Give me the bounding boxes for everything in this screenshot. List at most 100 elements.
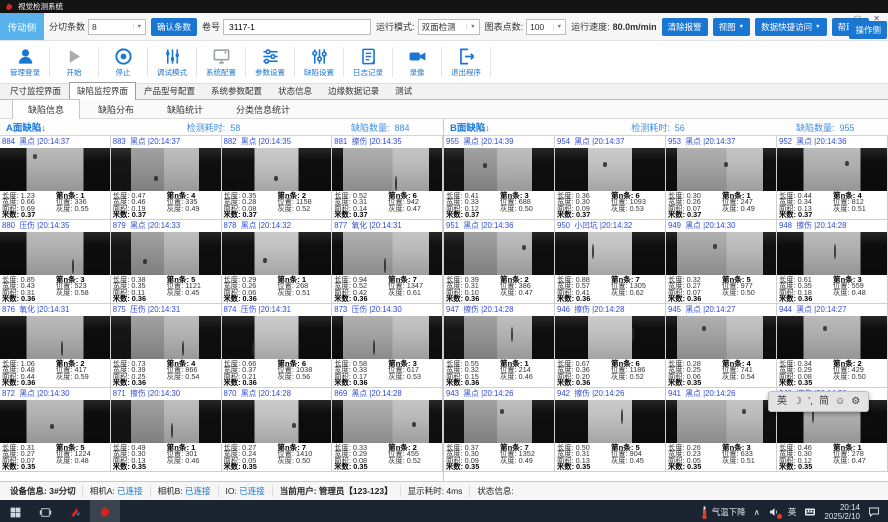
admin-login-button[interactable]: 管理登录 — [2, 47, 48, 78]
main-tab[interactable]: 尺寸监控界面 — [2, 82, 69, 99]
log-record-button[interactable]: 日志记录 — [345, 47, 391, 78]
defect-cell[interactable]: 882 黑点 |20:14:35长度: 0.35宽度: 0.28面积: 0.08… — [222, 136, 333, 220]
defect-image[interactable] — [777, 232, 887, 275]
defect-settings-button[interactable]: 缺陷设置 — [296, 47, 342, 78]
chart-points-select[interactable]: 100 ▼ — [526, 19, 566, 35]
stop-button[interactable]: 停止 — [100, 47, 146, 78]
defect-image[interactable] — [555, 316, 665, 359]
drive-side-button[interactable]: 传动侧 — [0, 13, 44, 40]
ime-fullwidth-toggle[interactable]: ☽ — [793, 397, 802, 407]
defect-cell[interactable]: 883 黑点 |20:14:37长度: 0.47宽度: 0.46面积: 0.19… — [111, 136, 222, 220]
strip-count-select[interactable]: 8 ▼ — [88, 19, 146, 35]
start-button[interactable]: 开始 — [51, 47, 97, 78]
defect-cell[interactable]: 948 擦伤 |20:14:28长度: 0.61宽度: 0.35面积: 0.18… — [777, 220, 888, 304]
defect-image[interactable] — [0, 148, 110, 191]
debug-mode-button[interactable]: 调试模式 — [149, 47, 195, 78]
defect-cell[interactable]: 884 黑点 |20:14:37长度: 1.23宽度: 0.66面积: 0.69… — [0, 136, 111, 220]
weather-widget[interactable]: 气温下降 — [700, 505, 746, 520]
sub-tab[interactable]: 缺陷统计 — [152, 100, 218, 119]
defect-image[interactable] — [777, 316, 887, 359]
main-tab[interactable]: 缺陷监控界面 — [69, 82, 136, 100]
notification-center-button[interactable] — [868, 506, 880, 518]
main-tab[interactable]: 状态信息 — [270, 82, 320, 99]
defect-image[interactable] — [777, 148, 887, 191]
operator-side-button[interactable]: 操作侧 — [849, 21, 887, 39]
sub-tab[interactable]: 缺陷信息 — [12, 99, 80, 120]
ime-settings-button[interactable]: ⚙ — [851, 397, 860, 407]
sub-tab[interactable]: 缺陷分布 — [83, 100, 149, 119]
clear-alarm-button[interactable]: 清除报警 — [662, 18, 708, 36]
defect-image[interactable] — [332, 232, 442, 275]
main-tab[interactable]: 边缘数据记录 — [320, 82, 387, 99]
defect-image[interactable] — [111, 400, 221, 443]
exit-program-button[interactable]: 退出程序 — [443, 47, 489, 78]
defect-cell[interactable]: 941 黑点 |20:14:26长度: 0.26宽度: 0.23面积: 0.05… — [666, 388, 777, 472]
defect-image[interactable] — [222, 148, 332, 191]
defect-image[interactable] — [444, 316, 554, 359]
defect-image[interactable] — [555, 400, 665, 443]
defect-cell[interactable]: 871 擦伤 |20:14:30长度: 0.49宽度: 0.30面积: 0.13… — [111, 388, 222, 472]
defect-cell[interactable]: 946 擦伤 |20:14:28长度: 0.67宽度: 0.36面积: 0.20… — [555, 304, 666, 388]
defect-image[interactable] — [444, 232, 554, 275]
defect-cell[interactable]: 873 压伤 |20:14:30长度: 0.58宽度: 0.33面积: 0.17… — [332, 304, 443, 388]
defect-image[interactable] — [666, 316, 776, 359]
system-config-button[interactable]: 系统配置 — [198, 47, 244, 78]
ime-language-toggle[interactable]: 英 — [777, 397, 787, 407]
defect-cell[interactable]: 949 黑点 |20:14:30长度: 0.32宽度: 0.27面积: 0.07… — [666, 220, 777, 304]
defect-cell[interactable]: 869 黑点 |20:14:28长度: 0.33宽度: 0.29面积: 0.08… — [332, 388, 443, 472]
defect-cell[interactable]: 879 黑点 |20:14:33长度: 0.38宽度: 0.35面积: 0.11… — [111, 220, 222, 304]
ime-language-indicator[interactable]: 英 — [788, 506, 797, 518]
defect-cell[interactable]: 877 氧化 |20:14:31长度: 0.94宽度: 0.52面积: 0.42… — [332, 220, 443, 304]
ime-keyboard-button[interactable] — [804, 506, 816, 518]
defect-cell[interactable]: 955 黑点 |20:14:39长度: 0.41宽度: 0.33面积: 0.12… — [444, 136, 555, 220]
ime-emoji-button[interactable]: ☺ — [835, 397, 845, 407]
defect-image[interactable] — [666, 148, 776, 191]
defect-image[interactable] — [332, 400, 442, 443]
defect-image[interactable] — [0, 232, 110, 275]
panel-b-title[interactable]: B面缺陷↓ — [450, 120, 631, 134]
defect-cell[interactable]: 944 黑点 |20:14:27长度: 0.34宽度: 0.29面积: 0.08… — [777, 304, 888, 388]
main-tab[interactable]: 系统参数配置 — [203, 82, 270, 99]
clock-widget[interactable]: 20:14 2025/2/10 — [824, 503, 860, 521]
defect-image[interactable] — [111, 316, 221, 359]
defect-image[interactable] — [332, 148, 442, 191]
defect-cell[interactable]: 952 黑点 |20:14:36长度: 0.44宽度: 0.34面积: 0.13… — [777, 136, 888, 220]
defect-cell[interactable]: 951 黑点 |20:14:36长度: 0.39宽度: 0.31面积: 0.10… — [444, 220, 555, 304]
defect-cell[interactable]: 943 黑点 |20:14:26长度: 0.37宽度: 0.30面积: 0.09… — [444, 388, 555, 472]
defect-image[interactable] — [111, 232, 221, 275]
defect-cell[interactable]: 874 压伤 |20:14:31长度: 0.66宽度: 0.37面积: 0.21… — [222, 304, 333, 388]
defect-cell[interactable]: 954 黑点 |20:14:37长度: 0.36宽度: 0.30面积: 0.09… — [555, 136, 666, 220]
defect-cell[interactable]: 878 黑点 |20:14:32长度: 0.29宽度: 0.26面积: 0.06… — [222, 220, 333, 304]
ime-simplified-toggle[interactable]: 简 — [819, 397, 829, 407]
parameter-settings-button[interactable]: 参数设置 — [247, 47, 293, 78]
defect-image[interactable] — [555, 232, 665, 275]
defect-image[interactable] — [111, 148, 221, 191]
taskbar-app-button[interactable] — [60, 500, 90, 522]
panel-a-title[interactable]: A面缺陷↓ — [6, 120, 187, 134]
defect-image[interactable] — [444, 400, 554, 443]
defect-image[interactable] — [222, 232, 332, 275]
defect-image[interactable] — [666, 232, 776, 275]
view-menu-button[interactable]: 视图▼ — [713, 18, 750, 36]
minimize-button[interactable]: — — [834, 14, 842, 23]
defect-cell[interactable]: 953 黑点 |20:14:37长度: 0.30宽度: 0.26面积: 0.07… — [666, 136, 777, 220]
defect-image[interactable] — [0, 400, 110, 443]
defect-cell[interactable]: 875 压伤 |20:14:31长度: 0.73宽度: 0.39面积: 0.25… — [111, 304, 222, 388]
defect-image[interactable] — [332, 316, 442, 359]
ime-punctuation-toggle[interactable]: ’, — [808, 397, 813, 407]
task-view-button[interactable] — [30, 500, 60, 522]
defect-image[interactable] — [555, 148, 665, 191]
defect-image[interactable] — [666, 400, 776, 443]
run-mode-select[interactable]: 双面检测 ▼ — [418, 19, 480, 35]
confirm-strips-button[interactable]: 确认条数 — [151, 18, 197, 36]
defect-cell[interactable]: 950 小凹坑 |20:14:32长度: 0.88宽度: 0.57面积: 0.4… — [555, 220, 666, 304]
tray-expand-button[interactable]: ∧ — [754, 507, 760, 518]
defect-cell[interactable]: 881 擦伤 |20:14:35长度: 0.52宽度: 0.31面积: 0.14… — [332, 136, 443, 220]
defect-cell[interactable]: 872 黑点 |20:14:30长度: 0.31宽度: 0.27面积: 0.07… — [0, 388, 111, 472]
defect-cell[interactable]: 880 压伤 |20:14:35长度: 0.85宽度: 0.43面积: 0.31… — [0, 220, 111, 304]
start-button[interactable] — [0, 500, 30, 522]
volume-button[interactable] — [768, 506, 780, 518]
roll-number-input[interactable] — [227, 21, 367, 33]
main-tab[interactable]: 产品型号配置 — [136, 82, 203, 99]
record-video-button[interactable]: 录像 — [394, 47, 440, 78]
